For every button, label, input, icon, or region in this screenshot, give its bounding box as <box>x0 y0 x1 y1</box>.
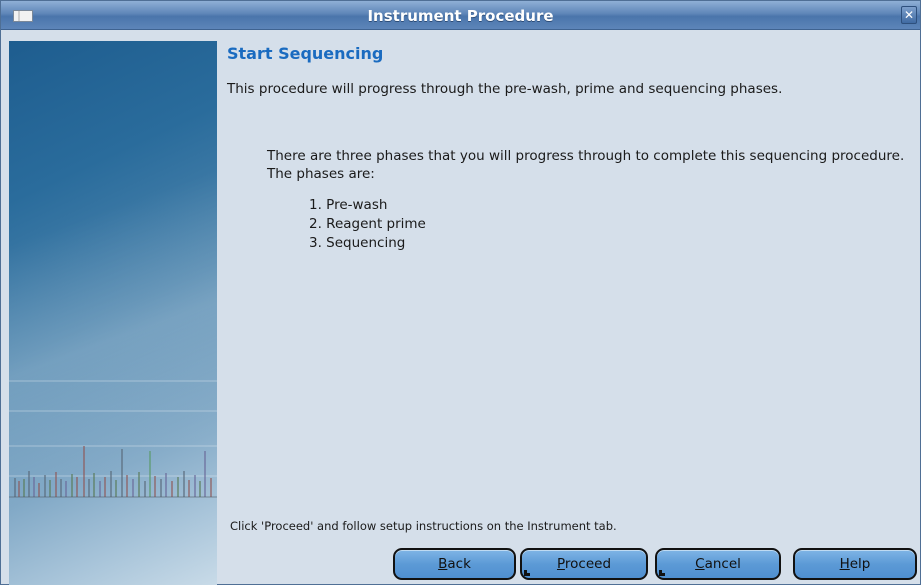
help-button[interactable]: Help <box>793 548 917 580</box>
side-banner-image <box>9 41 217 585</box>
intro-text: This procedure will progress through the… <box>227 81 783 97</box>
back-button-label: ack <box>447 556 471 572</box>
page-title: Start Sequencing <box>227 44 384 63</box>
proceed-button-mnemonic: P <box>556 556 565 572</box>
dialog-window: Instrument Procedure ✕ Start Sequencing … <box>0 0 921 585</box>
window-title: Instrument Procedure <box>367 7 554 25</box>
cancel-button-mnemonic: C <box>695 556 705 572</box>
title-bar[interactable]: Instrument Procedure ✕ <box>1 1 920 30</box>
phase-item: 1. Pre-wash <box>309 197 388 213</box>
back-button[interactable]: Back <box>393 548 516 580</box>
focus-corner-icon <box>524 570 530 576</box>
back-button-mnemonic: B <box>438 556 448 572</box>
help-button-mnemonic: H <box>839 556 850 572</box>
proceed-button-label: roceed <box>564 556 612 572</box>
footer-instruction: Click 'Proceed' and follow setup instruc… <box>230 519 617 533</box>
phase-item: 2. Reagent prime <box>309 216 426 232</box>
proceed-button[interactable]: Proceed <box>520 548 648 580</box>
cancel-button-label: ancel <box>704 556 741 572</box>
cancel-button[interactable]: Cancel <box>655 548 781 580</box>
focus-corner-icon <box>659 570 665 576</box>
help-button-label: elp <box>849 556 871 572</box>
phase-list: 1. Pre-wash 2. Reagent prime 3. Sequenci… <box>309 196 426 253</box>
phases-description: There are three phases that you will pro… <box>267 148 905 182</box>
sequencing-trace-art <box>9 380 217 498</box>
phase-item: 3. Sequencing <box>309 235 406 251</box>
close-icon[interactable]: ✕ <box>901 6 917 24</box>
